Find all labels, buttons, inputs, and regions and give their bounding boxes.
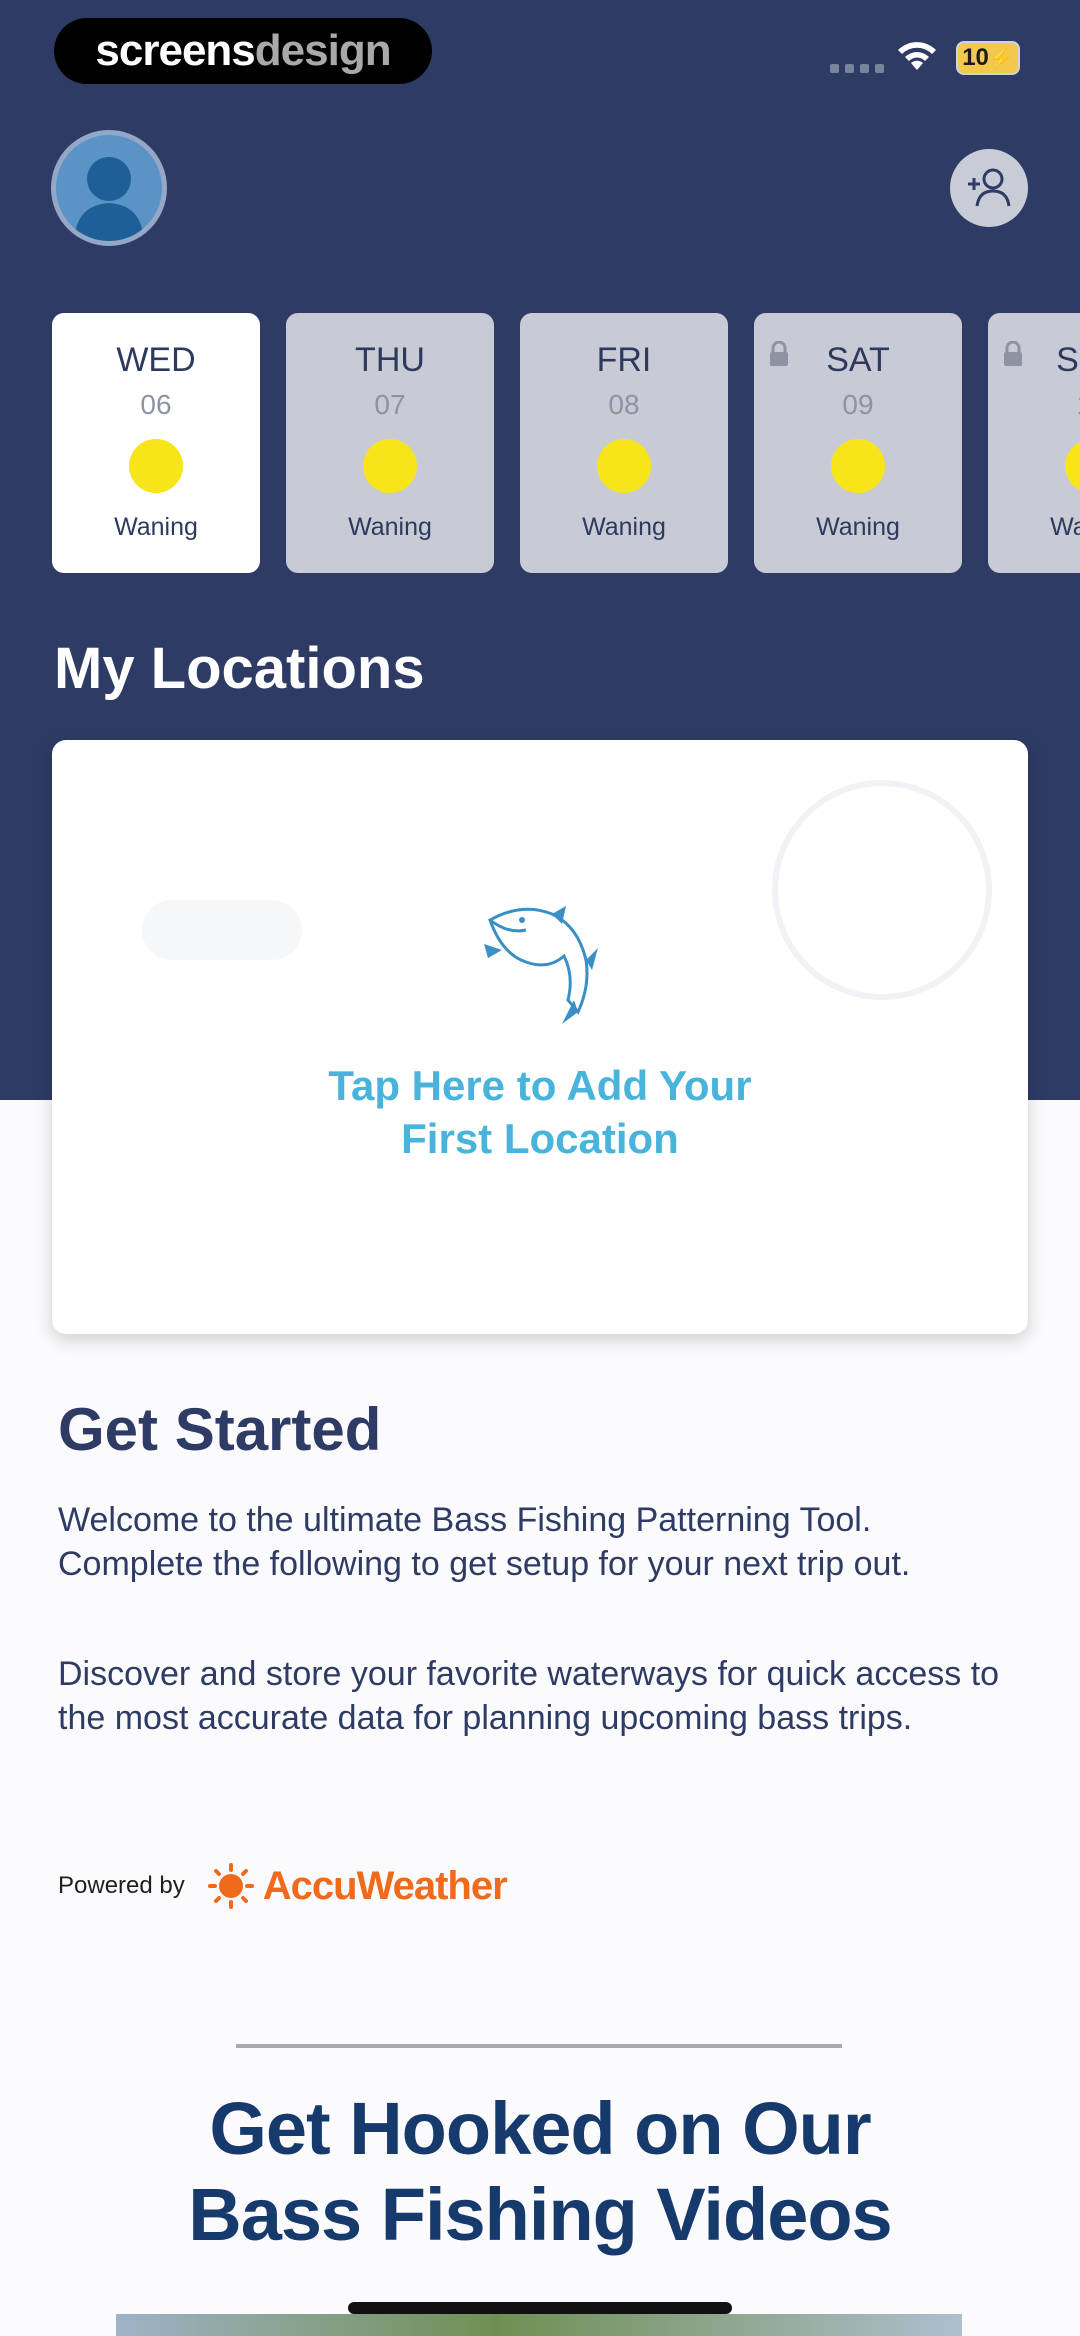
add-location-cta-line1: Tap Here to Add Your xyxy=(328,1062,752,1109)
add-location-cta-line2: First Location xyxy=(401,1114,679,1162)
day-name: SAT xyxy=(826,341,890,379)
add-location-cta[interactable]: Tap Here to Add Your First Location xyxy=(52,1060,1028,1165)
day-selector: WED 06 Waning THU 07 Waning FRI 08 Wanin… xyxy=(52,313,1080,573)
day-card-fri[interactable]: FRI 08 Waning xyxy=(520,313,728,573)
wifi-icon xyxy=(898,42,936,70)
accuweather-sun-icon xyxy=(207,1863,254,1909)
moon-phase-icon xyxy=(129,439,183,493)
day-phase: Waning xyxy=(348,513,432,541)
my-locations-title: My Locations xyxy=(54,636,425,701)
watermark-part-a: screens xyxy=(95,26,255,75)
accuweather-brand: AccuWeather xyxy=(262,1863,508,1908)
powered-by-accuweather: Powered by AccuWeather xyxy=(58,1862,508,1910)
screensdesign-watermark: screens design xyxy=(54,18,432,84)
moon-phase-icon xyxy=(831,439,885,493)
day-date: 06 xyxy=(140,389,172,420)
powered-by-label: Powered by xyxy=(58,1872,185,1899)
profile-avatar[interactable] xyxy=(51,130,167,246)
add-user-icon xyxy=(968,168,1011,207)
day-date: 08 xyxy=(608,389,640,420)
cellular-signal-icon xyxy=(830,64,884,73)
day-date: 07 xyxy=(374,389,406,420)
battery-indicator: 10 ⚡ xyxy=(956,41,1020,75)
watermark-part-b: design xyxy=(254,26,392,75)
videos-section-title: Get Hooked on Our Bass Fishing Videos xyxy=(0,2086,1080,2258)
home-indicator[interactable] xyxy=(348,2302,732,2314)
videos-title-line1: Get Hooked on Our xyxy=(209,2087,871,2170)
get-started-paragraph-2: Discover and store your favorite waterwa… xyxy=(58,1655,1000,1737)
day-name: SUN xyxy=(1056,341,1080,379)
videos-title-line2: Bass Fishing Videos xyxy=(188,2173,892,2256)
day-card-sat[interactable]: SAT 09 Waning xyxy=(754,313,962,573)
get-started-title: Get Started xyxy=(58,1396,382,1463)
day-phase: Waning xyxy=(1050,513,1080,541)
day-phase: Waning xyxy=(816,513,900,541)
add-location-card[interactable]: Tap Here to Add Your First Location xyxy=(52,740,1028,1334)
day-phase: Waning xyxy=(582,513,666,541)
day-card-sun[interactable]: SUN 10 Waning xyxy=(988,313,1080,573)
moon-phase-icon xyxy=(597,439,651,493)
get-started-paragraph-1: Welcome to the ultimate Bass Fishing Pat… xyxy=(58,1501,911,1583)
section-divider xyxy=(236,2044,842,2048)
fish-icon xyxy=(484,906,598,1024)
lock-icon xyxy=(770,341,788,366)
day-card-wed[interactable]: WED 06 Waning xyxy=(52,313,260,573)
day-phase: Waning xyxy=(114,513,198,541)
day-name: THU xyxy=(355,341,425,379)
moon-phase-icon xyxy=(1065,439,1080,493)
user-silhouette-icon xyxy=(74,157,144,241)
day-date: 09 xyxy=(842,389,874,420)
ghost-placeholder-weather xyxy=(142,900,302,960)
day-card-thu[interactable]: THU 07 Waning xyxy=(286,313,494,573)
battery-level: 10 xyxy=(962,44,989,71)
video-thumbnail[interactable] xyxy=(116,2314,962,2336)
add-user-button[interactable] xyxy=(950,149,1028,227)
lock-icon xyxy=(1004,341,1022,366)
moon-phase-icon xyxy=(363,439,417,493)
day-date: 10 xyxy=(1076,391,1080,419)
day-name: WED xyxy=(116,341,196,379)
day-name: FRI xyxy=(596,341,652,379)
ghost-placeholder-score xyxy=(772,780,992,1000)
